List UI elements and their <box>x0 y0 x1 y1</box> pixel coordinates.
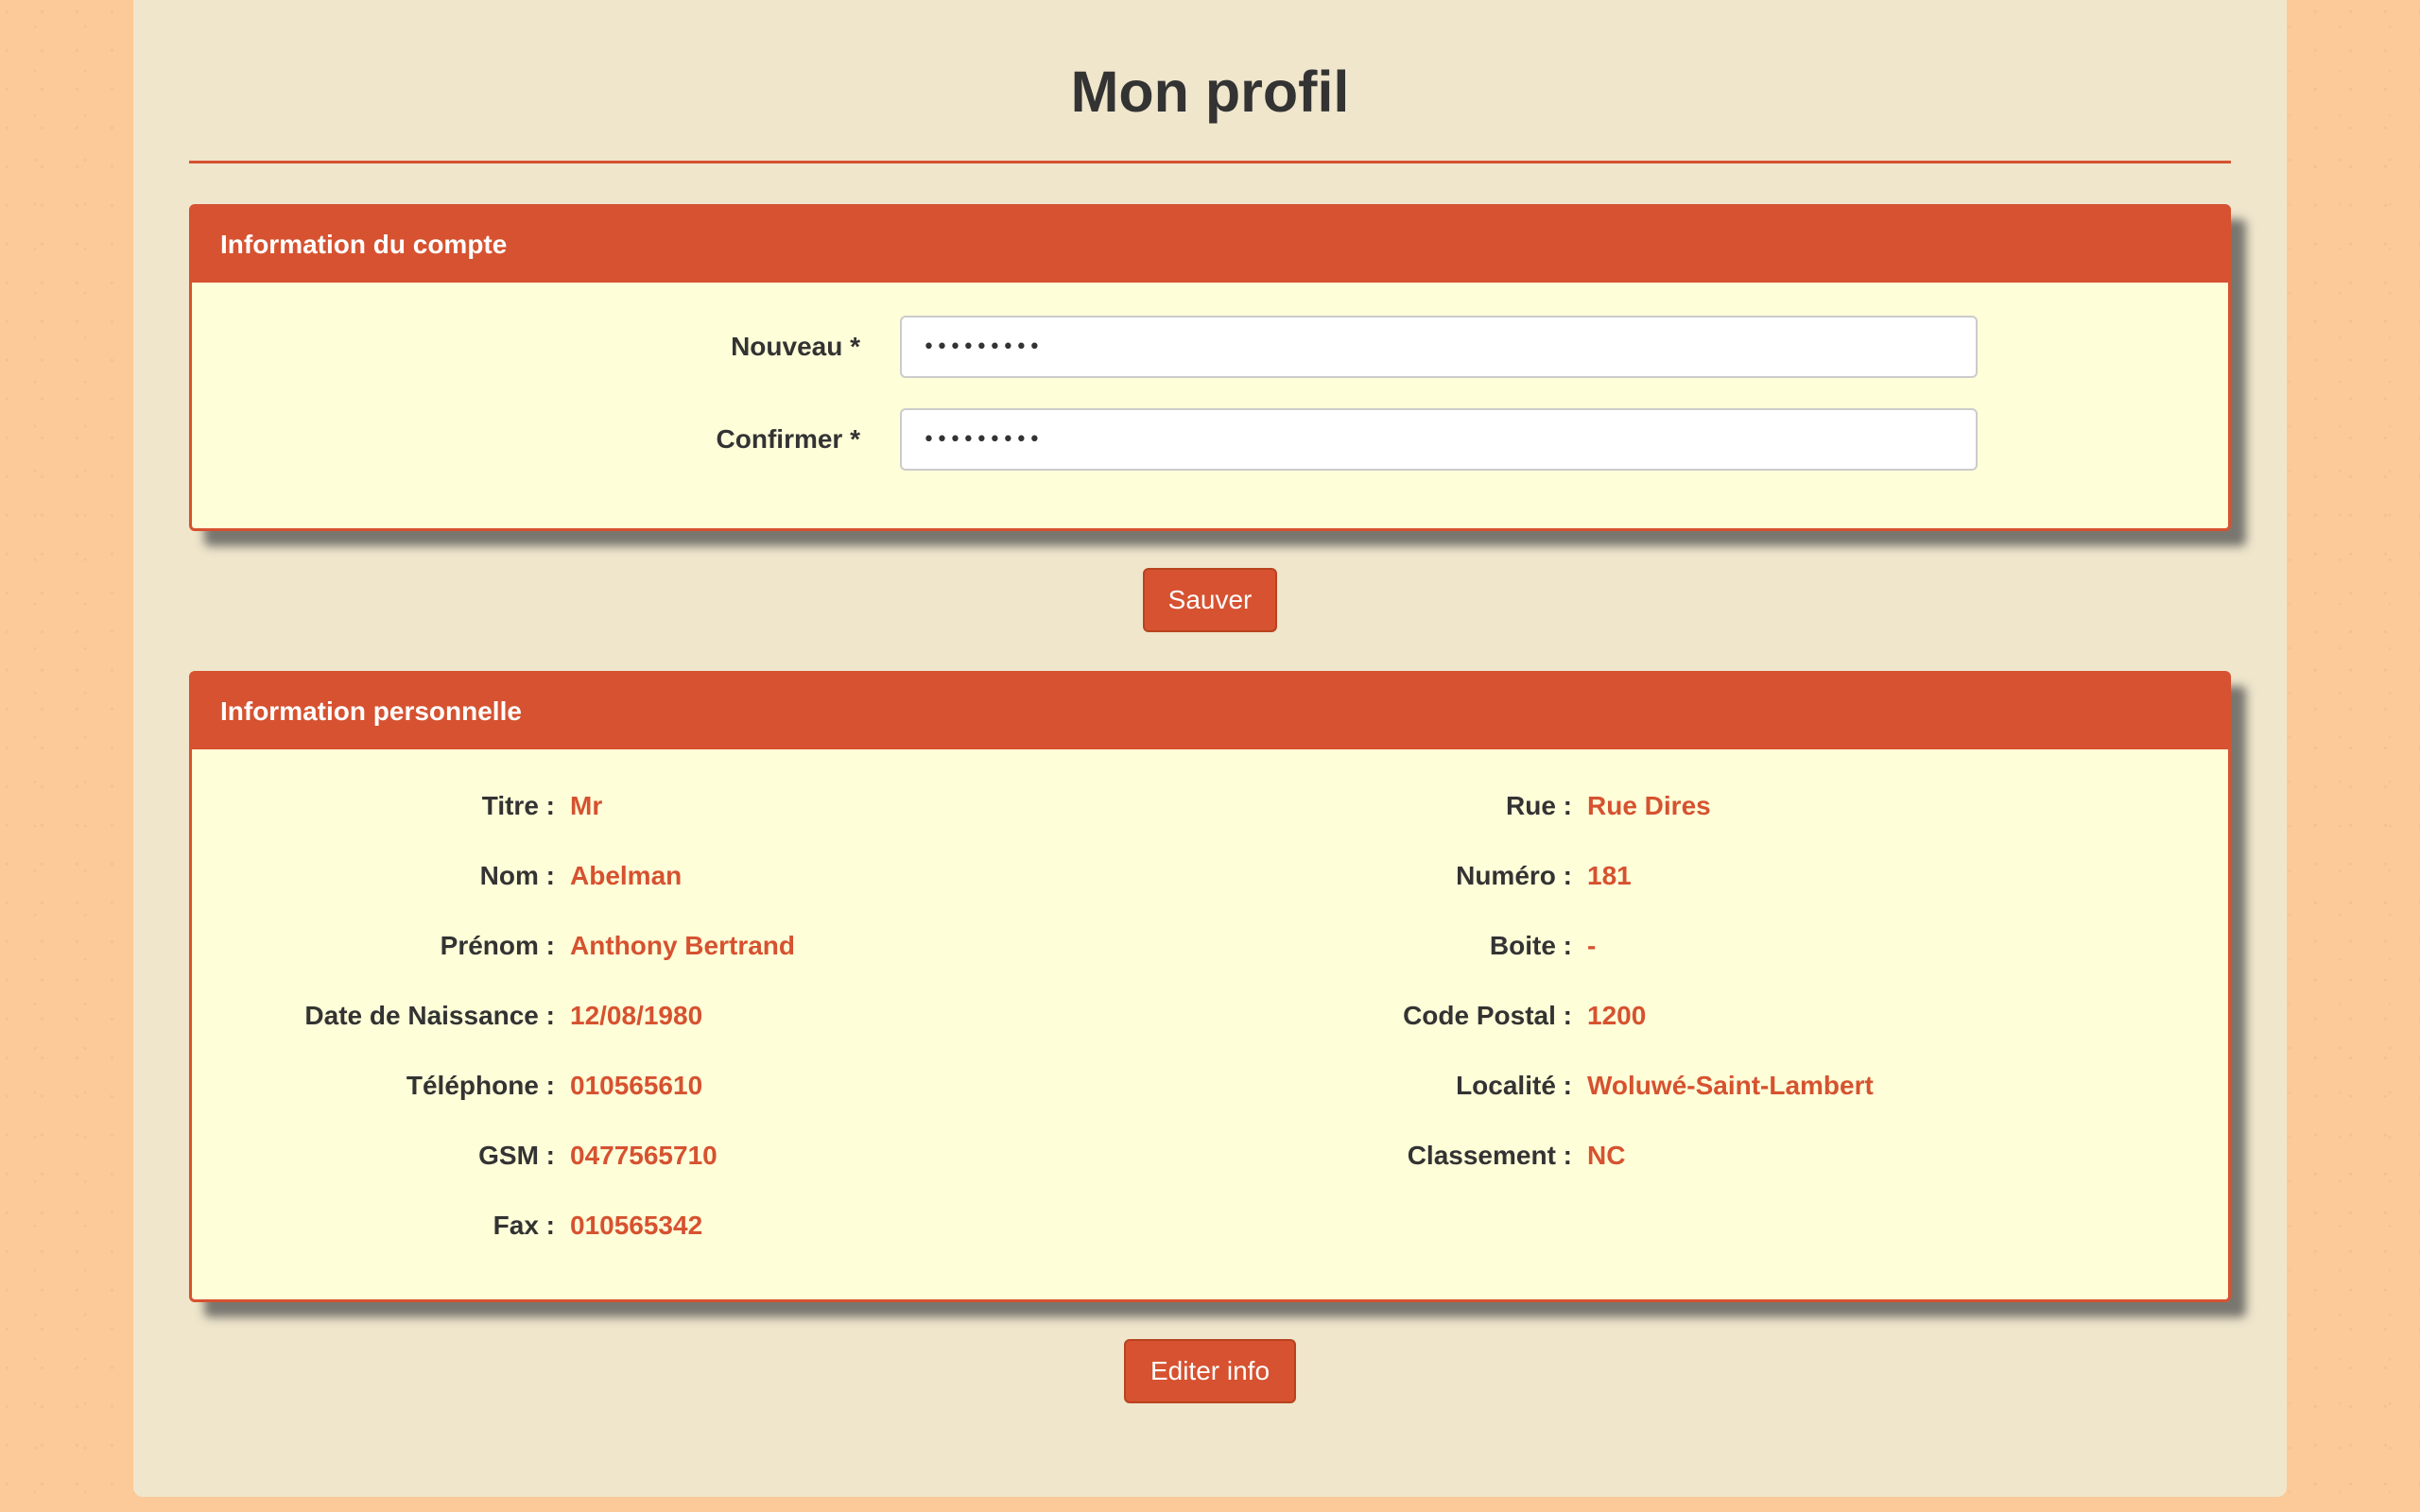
info-row-ranking: Classement : NC <box>192 1137 2228 1175</box>
edit-info-button[interactable]: Editer info <box>1124 1339 1296 1403</box>
info-value: 181 <box>1587 861 1632 890</box>
save-button[interactable]: Sauver <box>1143 568 1277 632</box>
info-row-box: Boite : - <box>192 927 2228 965</box>
new-password-row: Nouveau * <box>192 316 2228 378</box>
main-container: Mon profil Information du compte Nouveau… <box>133 0 2287 1497</box>
info-value: Rue Dires <box>1587 791 1711 820</box>
info-value: - <box>1587 931 1597 960</box>
confirm-password-row: Confirmer * <box>192 408 2228 471</box>
account-panel: Information du compte Nouveau * Confirme… <box>189 204 2231 531</box>
new-password-label: Nouveau * <box>731 332 860 361</box>
info-label: Localité : <box>1456 1071 1572 1100</box>
info-row-locality: Localité : Woluwé-Saint-Lambert <box>192 1067 2228 1105</box>
info-row-fax: Fax : 010565342 <box>192 1207 2228 1245</box>
new-password-input[interactable] <box>900 316 1978 378</box>
personal-panel: Information personnelle Titre : Mr Nom :… <box>189 671 2231 1302</box>
account-panel-heading: Information du compte <box>192 207 2228 283</box>
info-value: 1200 <box>1587 1001 1647 1030</box>
info-label: Rue : <box>1506 791 1572 820</box>
confirm-password-input[interactable] <box>900 408 1978 471</box>
confirm-password-label: Confirmer * <box>716 424 860 454</box>
info-label: Classement : <box>1407 1141 1572 1170</box>
info-value: 010565342 <box>570 1211 703 1240</box>
info-label: Boite : <box>1489 931 1572 960</box>
personal-panel-heading: Information personnelle <box>192 674 2228 749</box>
info-value: Woluwé-Saint-Lambert <box>1587 1071 1874 1100</box>
info-label: Fax : <box>493 1211 555 1240</box>
info-label: Numéro : <box>1456 861 1572 890</box>
title-divider <box>189 161 2231 163</box>
info-row-number: Numéro : 181 <box>192 857 2228 895</box>
page-title: Mon profil <box>1070 60 1350 124</box>
info-row-street: Rue : Rue Dires <box>192 787 2228 825</box>
info-value: NC <box>1587 1141 1626 1170</box>
info-label: Code Postal : <box>1403 1001 1572 1030</box>
info-row-postal-code: Code Postal : 1200 <box>192 997 2228 1035</box>
